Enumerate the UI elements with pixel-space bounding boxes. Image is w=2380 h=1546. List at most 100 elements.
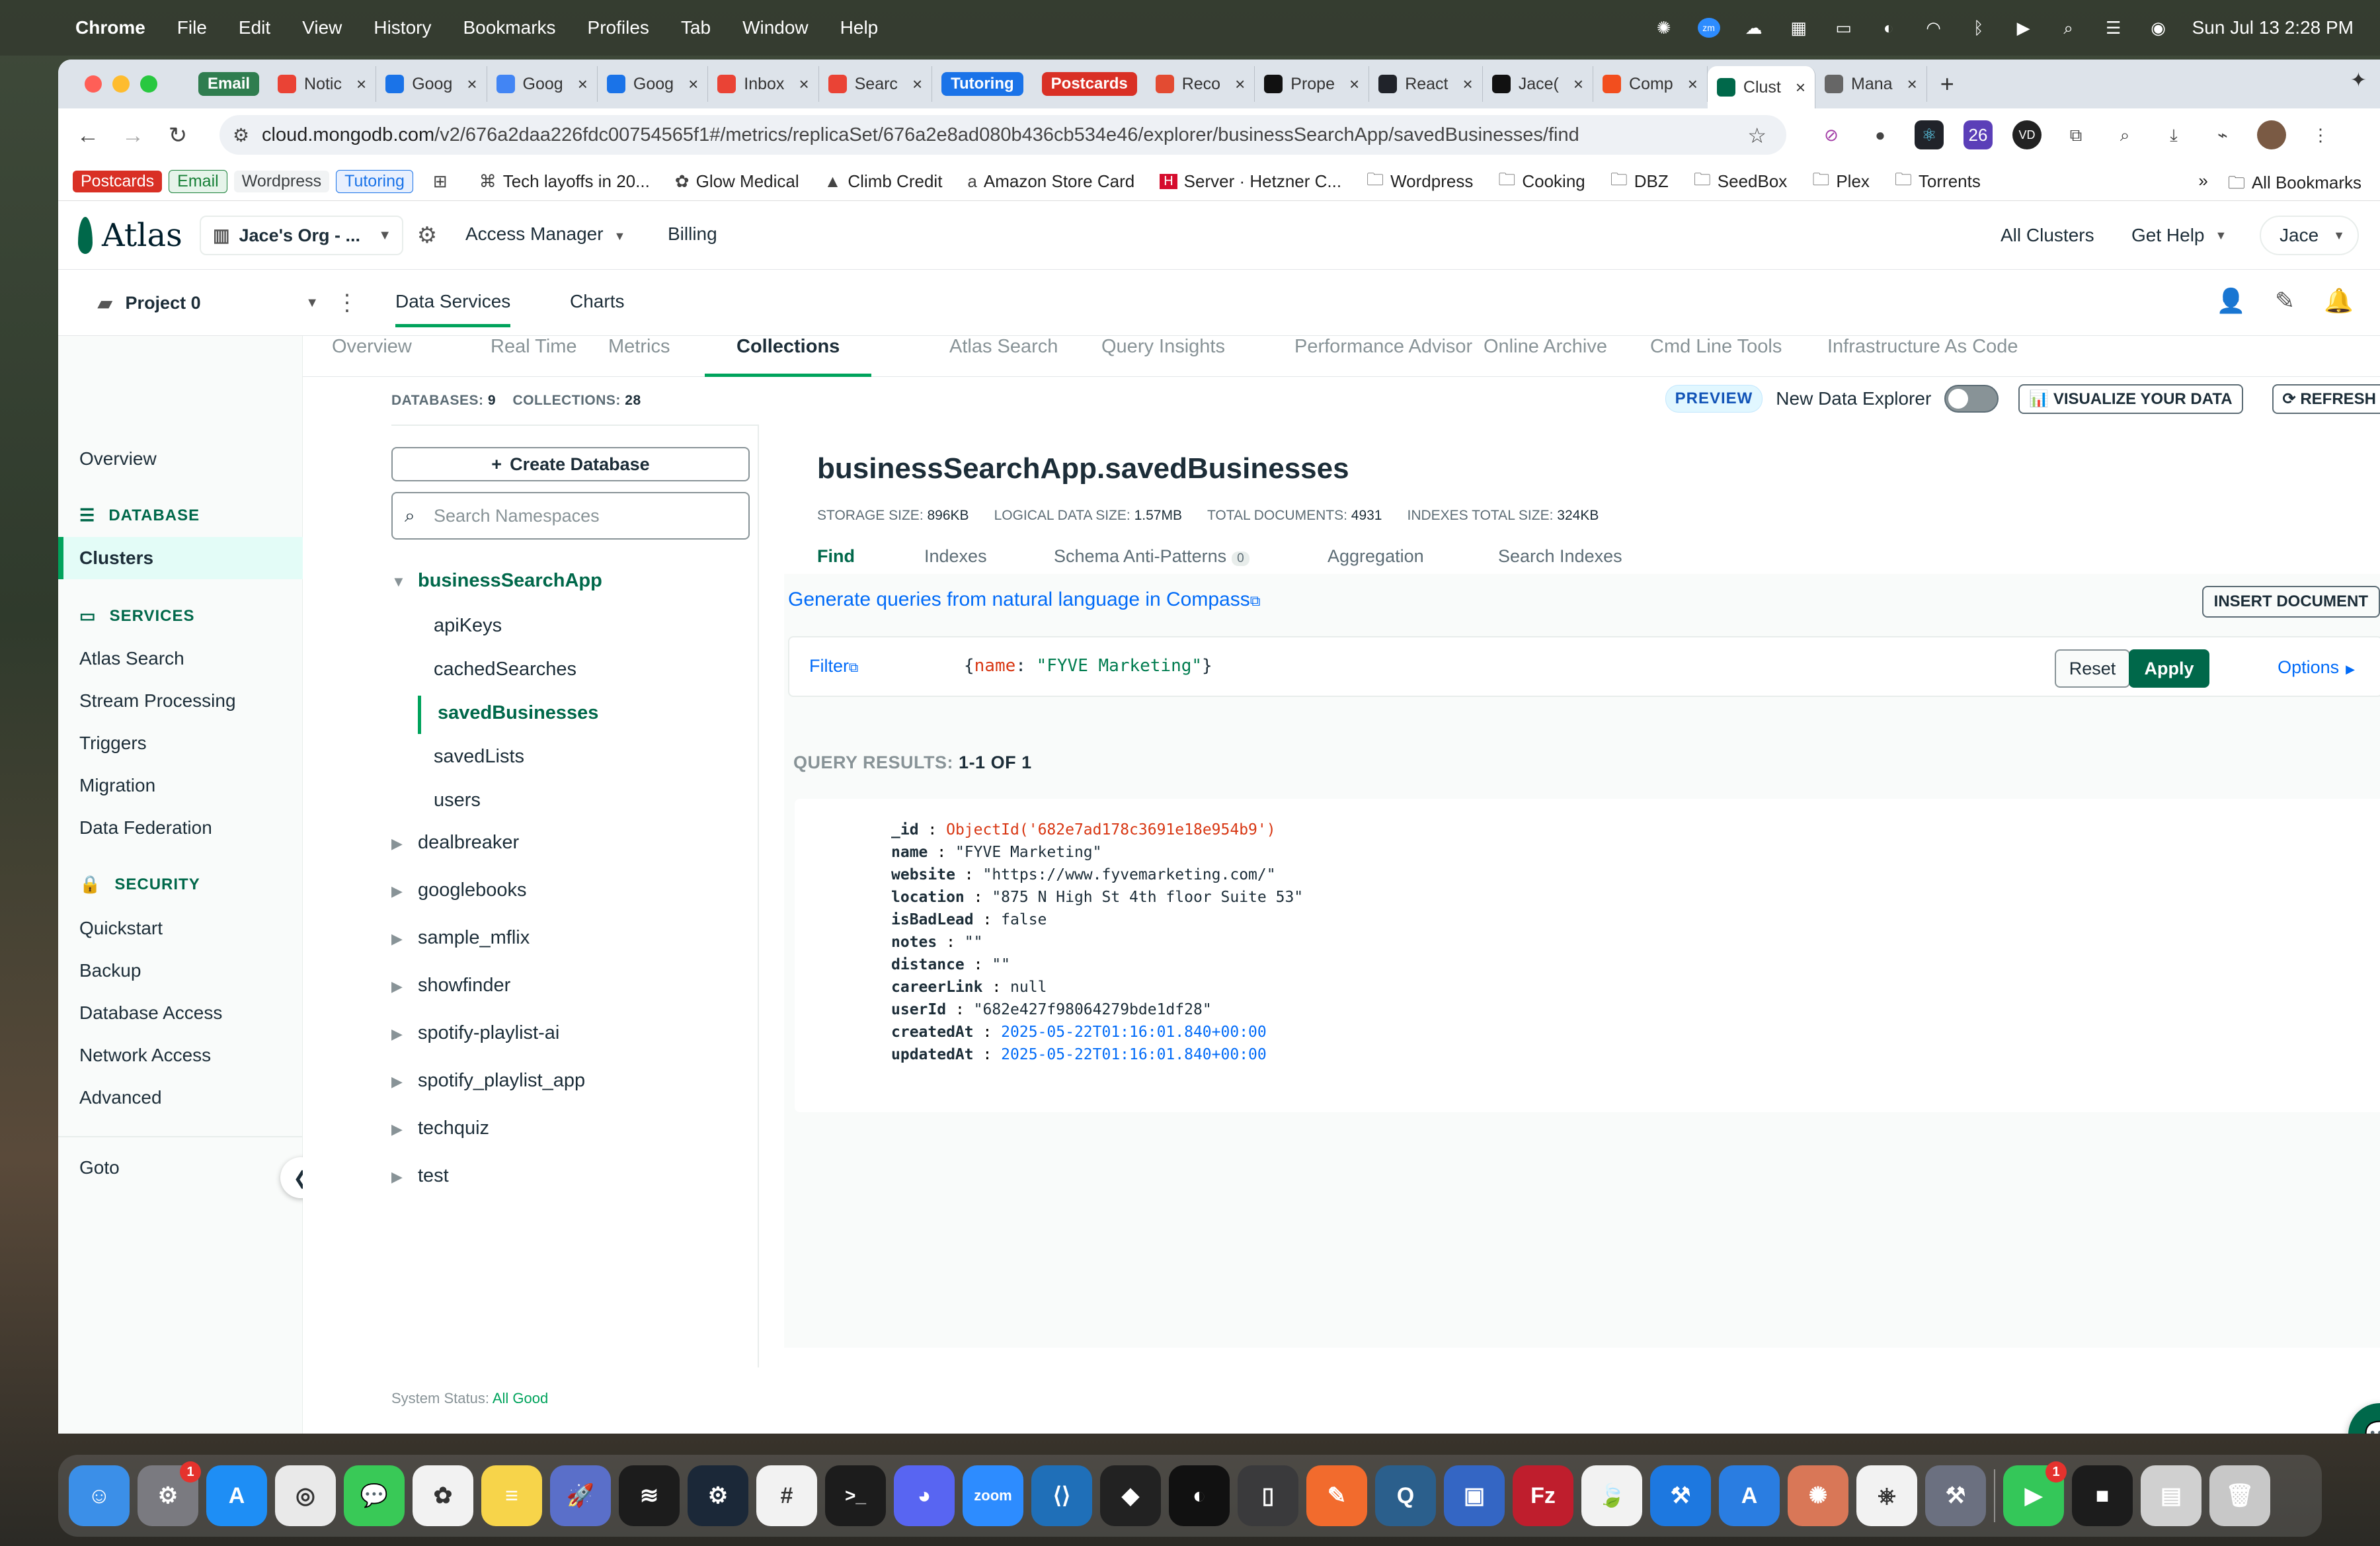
- database-item[interactable]: ▶ test: [391, 1165, 449, 1187]
- utility-icon[interactable]: ⚒: [1925, 1465, 1986, 1526]
- database-item[interactable]: ▶ dealbreaker: [391, 832, 519, 854]
- close-tab-icon[interactable]: ×: [1235, 74, 1245, 95]
- atlas-logo[interactable]: Atlas: [78, 216, 182, 254]
- bookmark-item[interactable]: 🗀 DBZ: [1610, 167, 1669, 196]
- react-devtools-icon[interactable]: ⚛: [1915, 120, 1944, 149]
- organization-selector[interactable]: ▥ Jace's Org - ... ▼: [200, 216, 403, 255]
- database-item[interactable]: ▶ techquiz: [391, 1118, 489, 1139]
- menu-bookmarks[interactable]: Bookmarks: [463, 17, 555, 38]
- terminal-icon[interactable]: >_: [825, 1465, 886, 1526]
- tab-1[interactable]: Notic ×: [268, 66, 377, 102]
- field-value[interactable]: "682e427f98064279bde1df28": [974, 1001, 1212, 1018]
- menu-history[interactable]: History: [374, 17, 431, 38]
- sidebar-item-migration[interactable]: Migration: [79, 775, 155, 796]
- menu-datetime[interactable]: Sun Jul 13 2:28 PM: [2192, 17, 2354, 38]
- bookmark-item[interactable]: ✿ Glow Medical: [675, 171, 799, 192]
- bluetooth-icon[interactable]: ᛒ: [1967, 18, 1990, 38]
- claude-status-icon[interactable]: ✺: [1653, 18, 1675, 38]
- sidebar-item-atlas-search[interactable]: Atlas Search: [79, 648, 184, 669]
- download-icon[interactable]: ⤓: [2159, 120, 2188, 149]
- forward-icon[interactable]: →: [118, 123, 148, 149]
- tab-13[interactable]: Comp ×: [1593, 66, 1708, 102]
- sidebar-item-advanced[interactable]: Advanced: [79, 1087, 162, 1108]
- apply-button[interactable]: Apply: [2129, 649, 2209, 688]
- close-tab-icon[interactable]: ×: [356, 74, 366, 95]
- activity-feed-icon[interactable]: ✎: [2275, 287, 2295, 315]
- quicktime-icon[interactable]: Q: [1375, 1465, 1436, 1526]
- site-info-icon[interactable]: ⚙: [233, 124, 249, 146]
- vd-extension-icon[interactable]: VD: [2012, 120, 2042, 149]
- back-icon[interactable]: ←: [73, 123, 103, 149]
- sidebar-item-clusters[interactable]: Clusters: [79, 548, 153, 569]
- bookmark-item[interactable]: Tutoring: [336, 170, 413, 193]
- bookmark-item[interactable]: 🗀 Torrents: [1895, 167, 1981, 196]
- compass-link[interactable]: Generate queries from natural language i…: [788, 589, 1260, 611]
- sidebar-item-database-access[interactable]: Database Access: [79, 1002, 222, 1024]
- close-tab-icon[interactable]: ×: [1349, 74, 1359, 95]
- chrome-icon[interactable]: ◎: [275, 1465, 336, 1526]
- photos-icon[interactable]: ✿: [413, 1465, 473, 1526]
- tab-7[interactable]: Tutoring: [932, 66, 1033, 102]
- bookmark-item[interactable]: ▲ Climb Credit: [824, 171, 943, 192]
- visualize-your-data-button[interactable]: 📊 VISUALIZE YOUR DATA: [2018, 384, 2243, 414]
- close-tab-icon[interactable]: ×: [1688, 74, 1698, 95]
- block-extension-icon[interactable]: ⊘: [1817, 120, 1846, 149]
- tab-10[interactable]: Prope ×: [1255, 66, 1370, 102]
- cluster-tab-atlas-search[interactable]: Atlas Search: [949, 336, 1058, 377]
- menu-edit[interactable]: Edit: [239, 17, 270, 38]
- notes-icon[interactable]: ≡: [481, 1465, 542, 1526]
- tab-search-indexes[interactable]: Search Indexes: [1498, 546, 1622, 567]
- steam-icon[interactable]: ⚙: [688, 1465, 748, 1526]
- bookmark-item[interactable]: 🗀 Cooking: [1498, 167, 1585, 196]
- chatgpt-icon[interactable]: ⎈: [1856, 1465, 1917, 1526]
- user-menu[interactable]: Jace ▼: [2260, 216, 2359, 255]
- menu-tab[interactable]: Tab: [681, 17, 711, 38]
- close-tab-icon[interactable]: ×: [467, 74, 477, 95]
- sketch-pen-icon[interactable]: ✎: [1306, 1465, 1367, 1526]
- close-tab-icon[interactable]: ×: [1796, 77, 1805, 98]
- tab-12[interactable]: Jace(×: [1483, 66, 1594, 102]
- field-value[interactable]: "": [992, 956, 1010, 973]
- tab-schema-anti-patterns[interactable]: Schema Anti-Patterns 0: [1054, 546, 1250, 567]
- claude-icon[interactable]: ✺: [1788, 1465, 1848, 1526]
- bookmark-item[interactable]: Email: [169, 170, 227, 193]
- database-item[interactable]: ▶ spotify_playlist_app: [391, 1070, 585, 1092]
- cluster-tab-query-insights[interactable]: Query Insights: [1101, 336, 1225, 377]
- siri-icon[interactable]: ◉: [2147, 18, 2170, 38]
- bookmark-item[interactable]: Postcards: [73, 171, 163, 192]
- field-value[interactable]: ObjectId('682e7ad178c3691e18e954b9'): [946, 821, 1276, 838]
- finder-icon[interactable]: ☺: [69, 1465, 130, 1526]
- tab-indexes[interactable]: Indexes: [924, 546, 987, 567]
- tab-3[interactable]: Goog ×: [487, 66, 598, 102]
- system-status-value[interactable]: All Good: [493, 1390, 548, 1406]
- wifi-icon[interactable]: ◠: [1923, 18, 1945, 38]
- messages-icon[interactable]: 💬: [344, 1465, 405, 1526]
- tab-aggregation[interactable]: Aggregation: [1328, 546, 1424, 567]
- battery-icon[interactable]: ▭: [1833, 18, 1855, 38]
- bookmark-item[interactable]: Wordpress: [233, 171, 330, 192]
- menu-view[interactable]: View: [302, 17, 342, 38]
- collection-item[interactable]: users: [434, 790, 481, 811]
- bookmark-item[interactable]: ⊞: [433, 171, 454, 192]
- performance-icon[interactable]: ⌁: [2208, 120, 2237, 149]
- droplet-extension-icon[interactable]: ●: [1866, 120, 1895, 149]
- focus-icon[interactable]: ◐: [1878, 18, 1900, 38]
- sidebar-item-network-access[interactable]: Network Access: [79, 1045, 211, 1066]
- cluster-tab-metrics[interactable]: Metrics: [608, 336, 670, 377]
- refresh-button[interactable]: ⟳ REFRESH: [2272, 384, 2380, 414]
- new-data-explorer-toggle[interactable]: [1944, 385, 1999, 413]
- cluster-tab-cmd-line-tools[interactable]: Cmd Line Tools: [1650, 336, 1782, 377]
- tab-4[interactable]: Goog ×: [598, 66, 709, 102]
- menu-app-name[interactable]: Chrome: [75, 17, 145, 38]
- cluster-tab-overview[interactable]: Overview: [332, 336, 412, 377]
- field-value[interactable]: false: [1001, 911, 1047, 928]
- notifications-bell-icon[interactable]: 🔔: [2324, 287, 2354, 315]
- collection-item[interactable]: savedBusinesses: [438, 702, 598, 724]
- billing-link[interactable]: Billing: [668, 224, 717, 245]
- cluster-tab-collections[interactable]: Collections: [705, 336, 872, 377]
- reset-button[interactable]: Reset: [2055, 649, 2130, 688]
- vscode-icon[interactable]: ⟨⟩: [1031, 1465, 1092, 1526]
- creative-cloud-icon[interactable]: ☁: [1743, 18, 1765, 38]
- database-item-open[interactable]: ▼ businessSearchApp: [391, 570, 602, 592]
- sidebar-item-triggers[interactable]: Triggers: [79, 733, 147, 754]
